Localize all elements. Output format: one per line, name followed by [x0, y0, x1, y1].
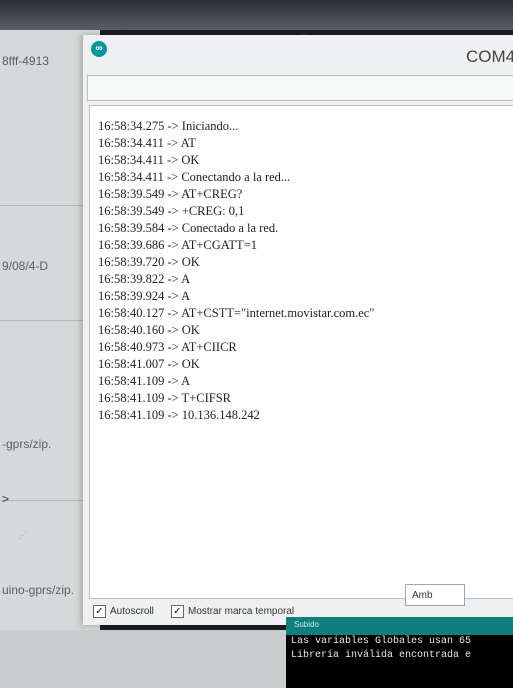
background-area [0, 630, 286, 688]
log-line: 16:58:40.160 -> OK [98, 323, 200, 337]
checkmark-icon: ✓ [93, 605, 106, 618]
console-status-text: Subido [294, 620, 319, 629]
log-line: 16:58:39.549 -> AT+CREG? [98, 187, 243, 201]
background-fragment: 9/08/4-D [2, 259, 49, 273]
console-line: Las variables Globales usan 65 [291, 636, 472, 647]
log-line: 16:58:34.411 -> AT [98, 136, 196, 150]
window-title: COM4 [466, 47, 513, 66]
log-line: 16:58:41.109 -> T+CIFSR [98, 391, 231, 405]
log-line: 16:58:39.720 -> OK [98, 255, 200, 269]
console-line: Librería inválida encontrada e [291, 650, 472, 661]
timestamp-checkbox[interactable]: ✓ Mostrar marca temporal [171, 605, 294, 618]
background-fragment: uino-gprs/zip. [2, 583, 75, 597]
log-line: 16:58:40.127 -> AT+CSTT="internet.movist… [98, 306, 375, 320]
log-line: 16:58:41.007 -> OK [98, 357, 200, 371]
log-line: 16:58:39.549 -> +CREG: 0,1 [98, 204, 245, 218]
log-line: 16:58:41.109 -> A [98, 374, 191, 388]
checkmark-icon: ✓ [171, 605, 184, 618]
photo-top-edge [0, 0, 513, 30]
resize-grip-icon: ⋰ [18, 530, 27, 540]
autoscroll-label: Autoscroll [110, 606, 154, 617]
console-status-bar: Subido [286, 617, 513, 635]
serial-output[interactable]: 16:58:34.275 -> Iniciando... 16:58:34.411… [89, 105, 513, 599]
send-input[interactable] [87, 75, 513, 101]
background-fragment: -gprs/zip. [2, 437, 52, 451]
expand-arrow-icon[interactable]: > [2, 492, 9, 506]
log-lines: 16:58:34.275 -> Iniciando... 16:58:34.411… [98, 118, 374, 424]
timestamp-label: Mostrar marca temporal [188, 606, 295, 617]
arduino-logo-icon: ∞ [91, 41, 107, 57]
log-line: 16:58:39.686 -> AT+CGATT=1 [98, 238, 257, 252]
log-line: 16:58:40.973 -> AT+CIICR [98, 340, 237, 354]
log-line: 16:58:34.411 -> OK [98, 153, 200, 167]
log-line: 16:58:41.109 -> 10.136.148.242 [98, 408, 260, 422]
ide-console: Las variables Globales usan 65 Librería … [286, 635, 513, 688]
title-bar: ∞ COM4 [83, 35, 513, 75]
background-fragment: 8fff-4913 [2, 54, 49, 68]
log-line: 16:58:34.275 -> Iniciando... [98, 119, 239, 133]
log-line: 16:58:39.584 -> Conectado a la red. [98, 221, 279, 235]
line-ending-select[interactable]: Amb [405, 584, 465, 606]
log-line: 16:58:34.411 -> Conectando a la red... [98, 170, 291, 184]
serial-monitor-window: ∞ COM4 16:58:34.275 -> Iniciando... 16:58… [83, 35, 513, 625]
autoscroll-checkbox[interactable]: ✓ Autoscroll [93, 605, 154, 618]
log-line: 16:58:39.822 -> A [98, 272, 191, 286]
log-line: 16:58:39.924 -> A [98, 289, 191, 303]
